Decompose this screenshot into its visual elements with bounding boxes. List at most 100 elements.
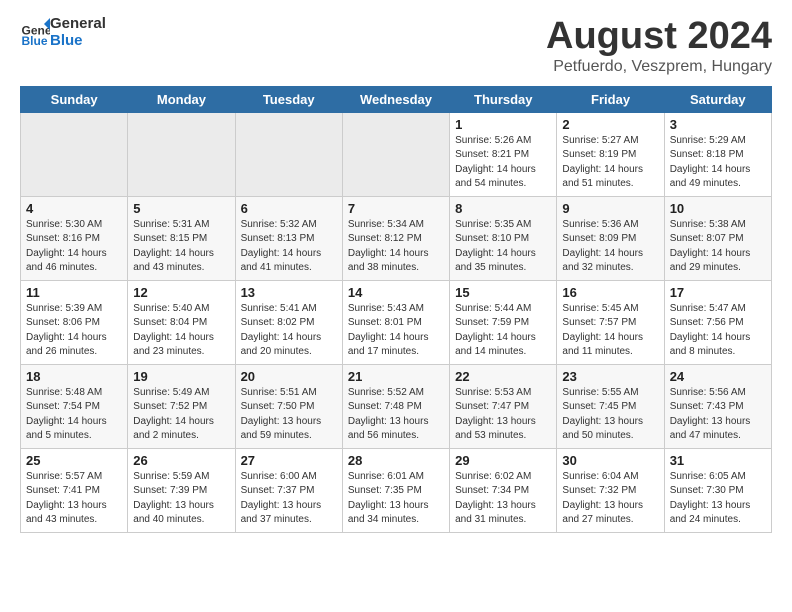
day-number: 26 [133, 453, 229, 468]
day-info: Sunrise: 5:48 AMSunset: 7:54 PMDaylight:… [26, 386, 122, 444]
day-number: 10 [670, 201, 766, 216]
calendar-cell: 17 Sunrise: 5:47 AMSunset: 7:56 PMDayligh… [664, 280, 771, 364]
day-info: Sunrise: 5:26 AMSunset: 8:21 PMDaylight:… [455, 134, 551, 192]
calendar-cell: 20 Sunrise: 5:51 AMSunset: 7:50 PMDayligh… [235, 364, 342, 448]
day-number: 14 [348, 285, 444, 300]
day-number: 7 [348, 201, 444, 216]
day-number: 9 [562, 201, 658, 216]
calendar-cell: 22 Sunrise: 5:53 AMSunset: 7:47 PMDayligh… [450, 364, 557, 448]
day-number: 3 [670, 117, 766, 132]
day-info: Sunrise: 5:47 AMSunset: 7:56 PMDaylight:… [670, 302, 766, 360]
day-info: Sunrise: 5:34 AMSunset: 8:12 PMDaylight:… [348, 218, 444, 276]
day-info: Sunrise: 5:40 AMSunset: 8:04 PMDaylight:… [133, 302, 229, 360]
calendar-cell: 11 Sunrise: 5:39 AMSunset: 8:06 PMDayligh… [21, 280, 128, 364]
day-info: Sunrise: 5:27 AMSunset: 8:19 PMDaylight:… [562, 134, 658, 192]
logo-blue-text: Blue [50, 33, 106, 50]
title-area: August 2024 Petfuerdo, Veszprem, Hungary [546, 16, 772, 76]
day-info: Sunrise: 5:36 AMSunset: 8:09 PMDaylight:… [562, 218, 658, 276]
day-number: 2 [562, 117, 658, 132]
day-number: 16 [562, 285, 658, 300]
day-number: 24 [670, 369, 766, 384]
day-info: Sunrise: 5:49 AMSunset: 7:52 PMDaylight:… [133, 386, 229, 444]
day-number: 11 [26, 285, 122, 300]
calendar-cell: 13Sunrise: 5:41 AMSunset: 8:02 PMDayligh… [235, 280, 342, 364]
calendar-cell: 5 Sunrise: 5:31 AMSunset: 8:15 PMDaylight… [128, 196, 235, 280]
calendar-cell: 14 Sunrise: 5:43 AMSunset: 8:01 PMDayligh… [342, 280, 449, 364]
col-header-monday: Monday [128, 86, 235, 112]
day-number: 19 [133, 369, 229, 384]
calendar-cell: 12 Sunrise: 5:40 AMSunset: 8:04 PMDayligh… [128, 280, 235, 364]
calendar-cell: 9 Sunrise: 5:36 AMSunset: 8:09 PMDaylight… [557, 196, 664, 280]
day-number: 5 [133, 201, 229, 216]
month-year: August 2024 [546, 16, 772, 58]
day-info: Sunrise: 5:53 AMSunset: 7:47 PMDaylight:… [455, 386, 551, 444]
week-row: 1 Sunrise: 5:26 AMSunset: 8:21 PMDaylight… [21, 112, 772, 196]
day-info: Sunrise: 5:32 AMSunset: 8:13 PMDaylight:… [241, 218, 337, 276]
calendar-cell: 21Sunrise: 5:52 AMSunset: 7:48 PMDayligh… [342, 364, 449, 448]
calendar-cell: 29Sunrise: 6:02 AMSunset: 7:34 PMDayligh… [450, 448, 557, 532]
col-header-friday: Friday [557, 86, 664, 112]
day-number: 25 [26, 453, 122, 468]
day-number: 15 [455, 285, 551, 300]
header-row: SundayMondayTuesdayWednesdayThursdayFrid… [21, 86, 772, 112]
day-info: Sunrise: 5:57 AMSunset: 7:41 PMDaylight:… [26, 470, 122, 528]
col-header-thursday: Thursday [450, 86, 557, 112]
day-number: 31 [670, 453, 766, 468]
calendar-cell: 18 Sunrise: 5:48 AMSunset: 7:54 PMDayligh… [21, 364, 128, 448]
day-info: Sunrise: 5:35 AMSunset: 8:10 PMDaylight:… [455, 218, 551, 276]
day-info: Sunrise: 5:45 AMSunset: 7:57 PMDaylight:… [562, 302, 658, 360]
calendar-cell: 3 Sunrise: 5:29 AMSunset: 8:18 PMDaylight… [664, 112, 771, 196]
calendar-cell [128, 112, 235, 196]
day-info: Sunrise: 5:55 AMSunset: 7:45 PMDaylight:… [562, 386, 658, 444]
header: General Blue General Blue August 2024 Pe… [20, 16, 772, 76]
logo-general-text: General [50, 16, 106, 33]
day-info: Sunrise: 5:59 AMSunset: 7:39 PMDaylight:… [133, 470, 229, 528]
calendar-cell: 31Sunrise: 6:05 AMSunset: 7:30 PMDayligh… [664, 448, 771, 532]
day-info: Sunrise: 5:52 AMSunset: 7:48 PMDaylight:… [348, 386, 444, 444]
day-number: 17 [670, 285, 766, 300]
day-info: Sunrise: 5:51 AMSunset: 7:50 PMDaylight:… [241, 386, 337, 444]
day-number: 29 [455, 453, 551, 468]
calendar-cell [21, 112, 128, 196]
col-header-saturday: Saturday [664, 86, 771, 112]
location: Petfuerdo, Veszprem, Hungary [546, 58, 772, 76]
day-info: Sunrise: 5:39 AMSunset: 8:06 PMDaylight:… [26, 302, 122, 360]
calendar-cell: 7 Sunrise: 5:34 AMSunset: 8:12 PMDaylight… [342, 196, 449, 280]
day-number: 28 [348, 453, 444, 468]
calendar-cell: 27 Sunrise: 6:00 AMSunset: 7:37 PMDayligh… [235, 448, 342, 532]
calendar-cell: 6Sunrise: 5:32 AMSunset: 8:13 PMDaylight… [235, 196, 342, 280]
calendar-cell: 15 Sunrise: 5:44 AMSunset: 7:59 PMDayligh… [450, 280, 557, 364]
calendar-cell: 4Sunrise: 5:30 AMSunset: 8:16 PMDaylight… [21, 196, 128, 280]
day-info: Sunrise: 5:38 AMSunset: 8:07 PMDaylight:… [670, 218, 766, 276]
day-number: 23 [562, 369, 658, 384]
day-info: Sunrise: 5:29 AMSunset: 8:18 PMDaylight:… [670, 134, 766, 192]
day-number: 4 [26, 201, 122, 216]
col-header-tuesday: Tuesday [235, 86, 342, 112]
day-number: 20 [241, 369, 337, 384]
col-header-sunday: Sunday [21, 86, 128, 112]
logo-icon: General Blue [20, 18, 50, 48]
day-info: Sunrise: 6:01 AMSunset: 7:35 PMDaylight:… [348, 470, 444, 528]
logo: General Blue General Blue [20, 16, 106, 49]
calendar-cell: 24 Sunrise: 5:56 AMSunset: 7:43 PMDayligh… [664, 364, 771, 448]
day-info: Sunrise: 6:00 AMSunset: 7:37 PMDaylight:… [241, 470, 337, 528]
day-info: Sunrise: 6:04 AMSunset: 7:32 PMDaylight:… [562, 470, 658, 528]
col-header-wednesday: Wednesday [342, 86, 449, 112]
calendar-cell: 19 Sunrise: 5:49 AMSunset: 7:52 PMDayligh… [128, 364, 235, 448]
calendar-cell: 16 Sunrise: 5:45 AMSunset: 7:57 PMDayligh… [557, 280, 664, 364]
day-info: Sunrise: 5:44 AMSunset: 7:59 PMDaylight:… [455, 302, 551, 360]
day-number: 27 [241, 453, 337, 468]
week-row: 25 Sunrise: 5:57 AMSunset: 7:41 PMDayligh… [21, 448, 772, 532]
day-number: 18 [26, 369, 122, 384]
day-info: Sunrise: 5:56 AMSunset: 7:43 PMDaylight:… [670, 386, 766, 444]
calendar-cell [235, 112, 342, 196]
day-number: 13 [241, 285, 337, 300]
day-number: 1 [455, 117, 551, 132]
calendar-cell: 25 Sunrise: 5:57 AMSunset: 7:41 PMDayligh… [21, 448, 128, 532]
week-row: 11 Sunrise: 5:39 AMSunset: 8:06 PMDayligh… [21, 280, 772, 364]
day-number: 22 [455, 369, 551, 384]
svg-text:Blue: Blue [22, 34, 48, 48]
day-info: Sunrise: 5:31 AMSunset: 8:15 PMDaylight:… [133, 218, 229, 276]
day-info: Sunrise: 5:43 AMSunset: 8:01 PMDaylight:… [348, 302, 444, 360]
day-number: 12 [133, 285, 229, 300]
